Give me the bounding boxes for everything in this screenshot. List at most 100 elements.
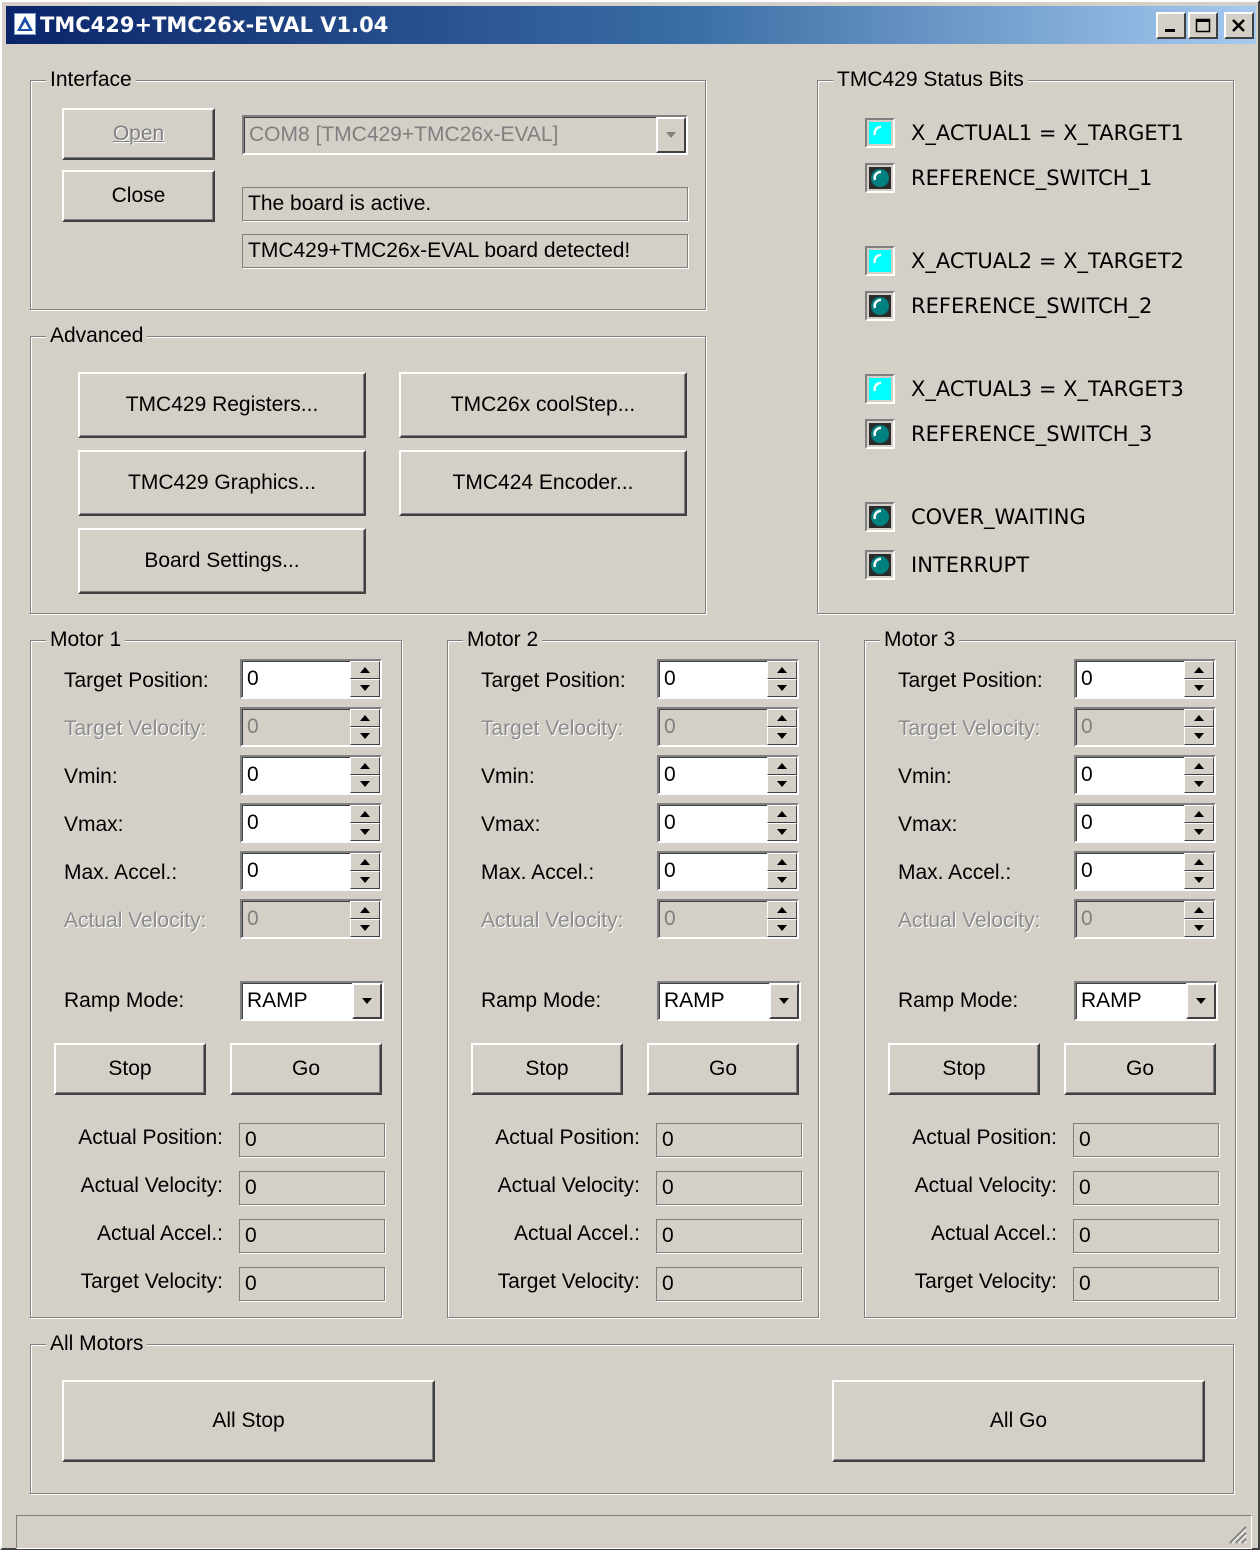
motor-3-go-button[interactable]: Go bbox=[1064, 1043, 1216, 1095]
spin-down-button[interactable] bbox=[1184, 679, 1214, 697]
all-go-button[interactable]: All Go bbox=[832, 1380, 1205, 1462]
spinner-buttons[interactable] bbox=[1184, 757, 1214, 793]
spin-up-button[interactable] bbox=[350, 853, 380, 871]
spin-up-button[interactable] bbox=[1184, 661, 1214, 679]
stop-button-label: Stop bbox=[108, 1057, 152, 1080]
spin-up-button[interactable] bbox=[767, 853, 797, 871]
spin-down-button[interactable] bbox=[1184, 727, 1214, 745]
motor-2-target-position-spinner[interactable]: 0 bbox=[657, 659, 799, 699]
motor-1-target-position-spinner[interactable]: 0 bbox=[240, 659, 382, 699]
spin-down-button[interactable] bbox=[767, 775, 797, 793]
all-stop-button[interactable]: All Stop bbox=[62, 1380, 435, 1462]
spin-down-button[interactable] bbox=[350, 919, 380, 937]
motor-3-stop-button[interactable]: Stop bbox=[888, 1043, 1040, 1095]
tmc26x-coolstep-button[interactable]: TMC26x coolStep... bbox=[399, 372, 687, 438]
ramp-mode-dropdown-button[interactable] bbox=[352, 983, 382, 1019]
motor-3-target-position-spinner[interactable]: 0 bbox=[1074, 659, 1216, 699]
spinner-buttons[interactable] bbox=[767, 901, 797, 937]
motor-1-vmin-spinner[interactable]: 0 bbox=[240, 755, 382, 795]
spin-up-button[interactable] bbox=[767, 901, 797, 919]
spinner-buttons[interactable] bbox=[1184, 901, 1214, 937]
motor-1-actual-position-ro-label: Actual Position: bbox=[78, 1126, 223, 1149]
ramp-mode-dropdown-button[interactable] bbox=[769, 983, 799, 1019]
spinner-buttons[interactable] bbox=[350, 805, 380, 841]
motor-2-vmax-spinner[interactable]: 0 bbox=[657, 803, 799, 843]
spinner-buttons[interactable] bbox=[350, 709, 380, 745]
motor-1-go-button[interactable]: Go bbox=[230, 1043, 382, 1095]
close-window-button[interactable] bbox=[1224, 12, 1254, 39]
spin-down-button[interactable] bbox=[767, 823, 797, 841]
spin-down-button[interactable] bbox=[1184, 823, 1214, 841]
motor-2-ramp-mode-select[interactable]: RAMP bbox=[657, 981, 801, 1021]
motor-1-stop-button[interactable]: Stop bbox=[54, 1043, 206, 1095]
title-bar[interactable]: TMC429+TMC26x-EVAL V1.04 bbox=[6, 6, 1256, 44]
close-icon bbox=[1232, 19, 1245, 32]
spinner-buttons[interactable] bbox=[350, 853, 380, 889]
spinner-buttons[interactable] bbox=[1184, 709, 1214, 745]
ramp-mode-dropdown-button[interactable] bbox=[1186, 983, 1216, 1019]
spin-up-button[interactable] bbox=[1184, 853, 1214, 871]
motor-2-go-button[interactable]: Go bbox=[647, 1043, 799, 1095]
spinner-buttons[interactable] bbox=[767, 709, 797, 745]
motor-2-max-accel-spinner[interactable]: 0 bbox=[657, 851, 799, 891]
spin-down-button[interactable] bbox=[350, 679, 380, 697]
board-settings-button[interactable]: Board Settings... bbox=[78, 528, 366, 594]
spin-up-button[interactable] bbox=[767, 805, 797, 823]
board-detected-text-value: TMC429+TMC26x-EVAL board detected! bbox=[248, 239, 631, 262]
status-bit-label: INTERRUPT bbox=[911, 553, 1030, 577]
motor-1-max-accel-spinner[interactable]: 0 bbox=[240, 851, 382, 891]
spinner-buttons[interactable] bbox=[1184, 661, 1214, 697]
motor-3-ramp-mode-select[interactable]: RAMP bbox=[1074, 981, 1218, 1021]
spin-up-button[interactable] bbox=[767, 757, 797, 775]
port-select[interactable]: COM8 [TMC429+TMC26x-EVAL] bbox=[242, 115, 688, 155]
tmc429-registers-button[interactable]: TMC429 Registers... bbox=[78, 372, 366, 438]
spin-down-button[interactable] bbox=[767, 727, 797, 745]
tmc424-encoder-button[interactable]: TMC424 Encoder... bbox=[399, 450, 687, 516]
spinner-buttons[interactable] bbox=[767, 757, 797, 793]
spinner-buttons[interactable] bbox=[350, 901, 380, 937]
spin-up-button[interactable] bbox=[1184, 901, 1214, 919]
spin-down-button[interactable] bbox=[767, 679, 797, 697]
spin-down-button[interactable] bbox=[1184, 919, 1214, 937]
motor-3-vmin-spinner[interactable]: 0 bbox=[1074, 755, 1216, 795]
spin-down-button[interactable] bbox=[350, 871, 380, 889]
spinner-buttons[interactable] bbox=[767, 853, 797, 889]
spinner-buttons[interactable] bbox=[767, 661, 797, 697]
spin-down-button[interactable] bbox=[350, 775, 380, 793]
spinner-buttons[interactable] bbox=[1184, 853, 1214, 889]
arrow-up-icon bbox=[360, 907, 370, 913]
motor-1-vmax-spinner[interactable]: 0 bbox=[240, 803, 382, 843]
spinner-buttons[interactable] bbox=[767, 805, 797, 841]
spinner-buttons[interactable] bbox=[1184, 805, 1214, 841]
motor-2-stop-button[interactable]: Stop bbox=[471, 1043, 623, 1095]
minimize-button[interactable] bbox=[1156, 12, 1186, 39]
spinner-buttons[interactable] bbox=[350, 661, 380, 697]
motor-3-max-accel-spinner[interactable]: 0 bbox=[1074, 851, 1216, 891]
spin-up-button[interactable] bbox=[350, 661, 380, 679]
spin-up-button[interactable] bbox=[350, 757, 380, 775]
maximize-button[interactable] bbox=[1188, 12, 1218, 39]
port-dropdown-button[interactable] bbox=[656, 117, 686, 153]
open-button[interactable]: Open bbox=[62, 108, 215, 160]
close-button[interactable]: Close bbox=[62, 170, 215, 222]
resize-grip-icon[interactable] bbox=[1225, 1522, 1247, 1544]
spin-up-button[interactable] bbox=[350, 805, 380, 823]
spin-up-button[interactable] bbox=[350, 901, 380, 919]
motor-3-vmax-spinner[interactable]: 0 bbox=[1074, 803, 1216, 843]
spin-down-button[interactable] bbox=[1184, 775, 1214, 793]
spin-down-button[interactable] bbox=[767, 919, 797, 937]
spin-up-button[interactable] bbox=[767, 709, 797, 727]
spin-up-button[interactable] bbox=[1184, 709, 1214, 727]
spin-up-button[interactable] bbox=[1184, 805, 1214, 823]
motor-2-vmin-spinner[interactable]: 0 bbox=[657, 755, 799, 795]
spin-down-button[interactable] bbox=[767, 871, 797, 889]
spin-down-button[interactable] bbox=[1184, 871, 1214, 889]
motor-1-ramp-mode-select[interactable]: RAMP bbox=[240, 981, 384, 1021]
spin-down-button[interactable] bbox=[350, 727, 380, 745]
spin-up-button[interactable] bbox=[350, 709, 380, 727]
spin-up-button[interactable] bbox=[767, 661, 797, 679]
spin-up-button[interactable] bbox=[1184, 757, 1214, 775]
tmc429-graphics-button[interactable]: TMC429 Graphics... bbox=[78, 450, 366, 516]
spin-down-button[interactable] bbox=[350, 823, 380, 841]
spinner-buttons[interactable] bbox=[350, 757, 380, 793]
